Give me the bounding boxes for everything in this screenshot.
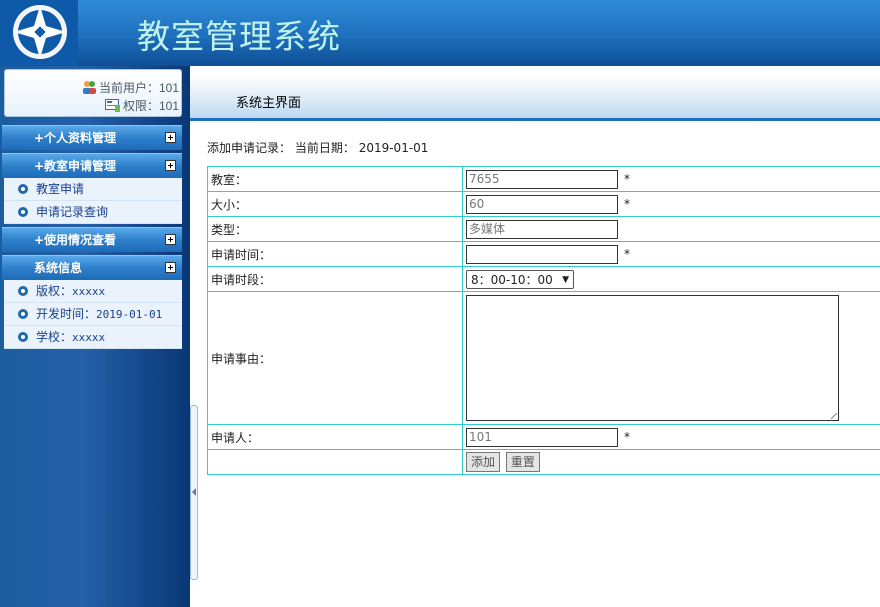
empty-cell	[207, 449, 463, 475]
app-title: 教室管理系统	[137, 17, 341, 56]
menu-usage[interactable]: +使用情况查看	[2, 227, 182, 252]
table-row: 申请人： *	[207, 424, 880, 450]
table-row: 类型：	[207, 216, 880, 242]
classroom-apply-items: 教室申请 申请记录查询	[4, 178, 182, 224]
info-label: 版权：	[36, 284, 73, 298]
applicant-label: 申请人：	[207, 424, 463, 450]
info-school: 学校：xxxxx	[4, 326, 182, 349]
apply-time-cell: *	[462, 241, 880, 267]
reason-label: 申请事由：	[207, 291, 463, 425]
panel-splitter[interactable]	[190, 405, 198, 580]
add-button[interactable]: 添加	[466, 452, 501, 472]
expand-icon[interactable]	[165, 262, 176, 273]
buttons-cell: 添加 重置	[462, 449, 880, 475]
info-copyright: 版权：xxxxx	[4, 280, 182, 303]
chevron-down-icon: ▼	[562, 274, 569, 285]
expand-icon[interactable]	[165, 132, 176, 143]
reason-cell	[462, 291, 880, 425]
classroom-label: 教室：	[207, 166, 463, 192]
logo-icon	[0, 0, 78, 66]
info-value: xxxxx	[72, 331, 106, 344]
apply-period-label: 申请时段：	[207, 266, 463, 292]
reset-button[interactable]: 重置	[505, 452, 540, 472]
type-cell	[462, 216, 880, 242]
id-card-icon	[104, 98, 121, 115]
info-label: 开发时间：	[36, 307, 97, 321]
user-info-box: 当前用户：101 权限：101	[4, 69, 182, 117]
form-heading: 添加申请记录：	[207, 141, 292, 155]
menu-personal-label: +个人资料管理	[34, 131, 117, 145]
bullet-icon	[18, 184, 28, 194]
sidebar-item-label: 申请记录查询	[36, 205, 109, 219]
menu-usage-label: +使用情况查看	[34, 233, 117, 247]
current-date-value: 2019-01-01	[358, 141, 429, 155]
reason-textarea[interactable]	[466, 295, 839, 421]
permission-text: 权限：101	[122, 99, 179, 113]
apply-time-label: 申请时间：	[207, 241, 463, 267]
menu-classroom-apply-label: +教室申请管理	[34, 159, 117, 173]
table-row: 教室： *	[207, 166, 880, 192]
header: 教室管理系统	[0, 0, 880, 66]
apply-form-table: 教室： * 大小： * 类型： 申请时间： * 申请时段： 8：	[207, 166, 880, 475]
table-row: 添加 重置	[207, 449, 880, 475]
tab-bar: 系统主界面	[190, 76, 880, 121]
info-value: 2019-01-01	[96, 308, 163, 321]
menu-personal[interactable]: +个人资料管理	[2, 125, 182, 150]
bullet-icon	[18, 286, 28, 296]
expand-icon[interactable]	[165, 160, 176, 171]
apply-period-value: 8：00-10：00	[471, 272, 553, 287]
expand-icon[interactable]	[165, 234, 176, 245]
apply-time-input[interactable]	[466, 244, 618, 264]
classroom-input[interactable]	[466, 169, 618, 189]
apply-period-select[interactable]: 8：00-10：00 ▼	[466, 269, 574, 289]
required-mark: *	[624, 246, 630, 261]
bullet-icon	[18, 309, 28, 319]
current-date-label: 当前日期：	[294, 141, 355, 155]
users-icon	[82, 80, 97, 97]
table-row: 申请事由：	[207, 291, 880, 425]
permission-row: 权限：101	[104, 97, 179, 115]
sidebar-item-apply-records[interactable]: 申请记录查询	[4, 201, 182, 224]
type-input[interactable]	[466, 219, 618, 239]
applicant-cell: *	[462, 424, 880, 450]
table-row: 申请时间： *	[207, 241, 880, 267]
info-label: 学校：	[36, 330, 73, 344]
menu-classroom-apply[interactable]: +教室申请管理	[2, 153, 182, 178]
left-panel: 当前用户：101 权限：101 +个人资料管理 +教室申请管理 教室申请 申请记…	[0, 66, 190, 607]
form-info-line: 添加申请记录： 当前日期： 2019-01-01	[207, 139, 428, 156]
system-info-items: 版权：xxxxx 开发时间：2019-01-01 学校：xxxxx	[4, 280, 182, 349]
bullet-icon	[18, 207, 28, 217]
bullet-icon	[18, 332, 28, 342]
required-mark: *	[624, 429, 630, 444]
apply-period-cell: 8：00-10：00 ▼	[462, 266, 880, 292]
table-row: 申请时段： 8：00-10：00 ▼	[207, 266, 880, 292]
current-user-text: 当前用户：101	[98, 81, 179, 95]
tab-main[interactable]: 系统主界面	[236, 92, 301, 111]
current-user-row: 当前用户：101	[82, 79, 179, 97]
menu-system-info-label: 系统信息	[34, 261, 83, 275]
required-mark: *	[624, 196, 630, 211]
info-dev-time: 开发时间：2019-01-01	[4, 303, 182, 326]
required-mark: *	[624, 171, 630, 186]
applicant-input[interactable]	[466, 427, 618, 447]
classroom-cell: *	[462, 166, 880, 192]
size-label: 大小：	[207, 191, 463, 217]
menu-system-info[interactable]: 系统信息	[2, 255, 182, 280]
size-cell: *	[462, 191, 880, 217]
size-input[interactable]	[466, 194, 618, 214]
sidebar-item-label: 教室申请	[36, 182, 85, 196]
resize-grip-icon[interactable]	[831, 413, 837, 419]
info-value: xxxxx	[72, 285, 106, 298]
table-row: 大小： *	[207, 191, 880, 217]
sidebar-item-classroom-apply[interactable]: 教室申请	[4, 178, 182, 201]
sidebar-menu: +个人资料管理 +教室申请管理 教室申请 申请记录查询 +使用情况查看 系统信息	[2, 125, 182, 352]
type-label: 类型：	[207, 216, 463, 242]
